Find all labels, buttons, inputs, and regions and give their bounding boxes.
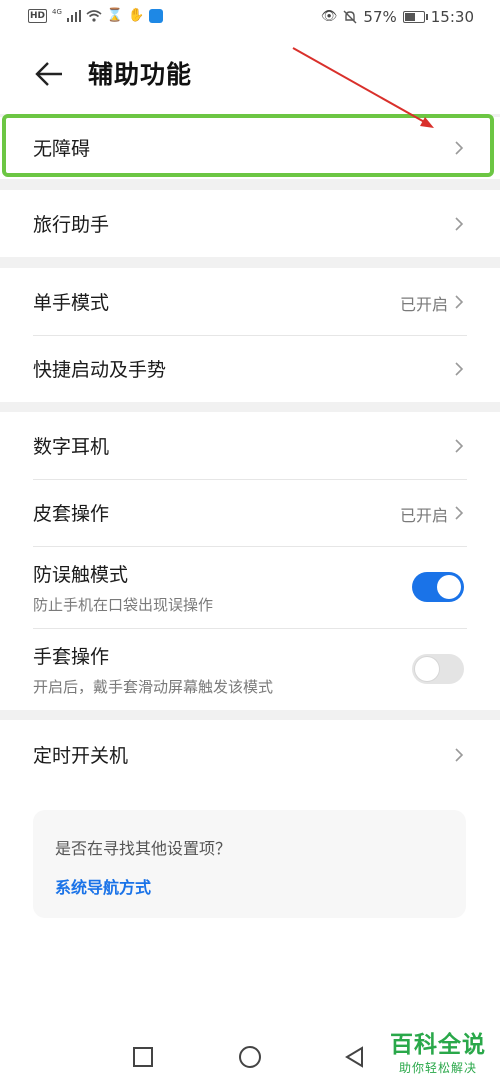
chevron-right-icon bbox=[455, 506, 464, 520]
highlight-box bbox=[2, 114, 494, 177]
eye-comfort-icon: 👁 bbox=[320, 9, 338, 24]
wifi-icon bbox=[86, 10, 102, 22]
toggle-knob bbox=[437, 575, 461, 599]
accidental-touch-toggle[interactable] bbox=[412, 572, 464, 602]
clock: 15:30 bbox=[430, 8, 474, 26]
triangle-back-nav-icon[interactable] bbox=[340, 1042, 370, 1072]
row-cover-operation[interactable]: 皮套操作 已开启 bbox=[0, 479, 500, 546]
chevron-right-icon bbox=[455, 217, 464, 231]
status-bar: HD 4G ⌛ ✋ 👁 57% 15:30 bbox=[0, 0, 500, 36]
battery-percent: 57% bbox=[363, 8, 397, 26]
status-value: 已开启 bbox=[399, 506, 448, 525]
watermark: 百科全说 助你轻松解决 bbox=[390, 1025, 486, 1076]
row-quick-launch-gestures[interactable]: 快捷启动及手势 bbox=[0, 335, 500, 402]
row-label: 快捷启动及手势 bbox=[33, 359, 167, 381]
chevron-right-icon bbox=[455, 362, 464, 376]
watermark-main: 百科全说 bbox=[390, 1032, 486, 1058]
row-travel-assistant[interactable]: 旅行助手 bbox=[0, 190, 500, 257]
system-navigation-link[interactable]: 系统导航方式 bbox=[55, 874, 151, 898]
suggestion-card: 是否在寻找其他设置项？ 系统导航方式 bbox=[33, 810, 466, 918]
square-nav-icon[interactable] bbox=[128, 1042, 158, 1072]
hourglass-icon: ⌛ bbox=[106, 8, 124, 23]
group-travel: 旅行助手 bbox=[0, 190, 500, 257]
app-notification-icon bbox=[149, 9, 164, 23]
page-title: 辅助功能 bbox=[88, 60, 193, 89]
glove-mode-toggle[interactable] bbox=[412, 654, 464, 684]
row-digital-earphones[interactable]: 数字耳机 bbox=[0, 412, 500, 479]
row-label: 防误触模式 bbox=[33, 564, 129, 586]
chevron-right-icon bbox=[455, 439, 464, 453]
group-gestures: 单手模式 已开启 快捷启动及手势 bbox=[0, 268, 500, 402]
hand-icon: ✋ bbox=[128, 8, 145, 23]
back-arrow-icon[interactable] bbox=[28, 56, 68, 92]
app-bar: 辅助功能 bbox=[0, 36, 500, 114]
watermark-sub: 助你轻松解决 bbox=[398, 1061, 477, 1075]
mute-bell-icon bbox=[343, 10, 357, 24]
network-type-label: 4G bbox=[52, 8, 62, 16]
row-label: 定时开关机 bbox=[33, 745, 129, 767]
toggle-knob bbox=[415, 657, 439, 681]
row-glove-mode[interactable]: 手套操作 开启后，戴手套滑动屏幕触发该模式 bbox=[0, 628, 500, 710]
battery-icon bbox=[402, 11, 428, 23]
row-one-hand-mode[interactable]: 单手模式 已开启 bbox=[0, 268, 500, 335]
row-accidental-touch-mode[interactable]: 防误触模式 防止手机在口袋出现误操作 bbox=[0, 546, 500, 628]
hd-badge: HD bbox=[28, 9, 48, 23]
row-label: 皮套操作 bbox=[33, 503, 110, 525]
row-description: 开启后，戴手套滑动屏幕触发该模式 bbox=[33, 678, 274, 696]
chevron-right-icon bbox=[455, 295, 464, 309]
signal-icon bbox=[66, 10, 81, 22]
status-value: 已开启 bbox=[399, 295, 448, 314]
chevron-right-icon bbox=[455, 748, 464, 762]
row-label: 手套操作 bbox=[33, 646, 110, 668]
row-scheduled-power[interactable]: 定时开关机 bbox=[0, 720, 500, 789]
group-accessories: 数字耳机 皮套操作 已开启 防误触模式 防止手机在口袋出现误操作 手套操作 开启… bbox=[0, 412, 500, 710]
row-description: 防止手机在口袋出现误操作 bbox=[33, 596, 214, 614]
row-label: 数字耳机 bbox=[33, 436, 110, 458]
suggestion-question: 是否在寻找其他设置项？ bbox=[55, 839, 232, 858]
row-label: 旅行助手 bbox=[33, 214, 110, 236]
circle-nav-icon[interactable] bbox=[235, 1042, 265, 1072]
row-label: 单手模式 bbox=[33, 292, 110, 314]
group-schedule: 定时开关机 bbox=[0, 720, 500, 789]
